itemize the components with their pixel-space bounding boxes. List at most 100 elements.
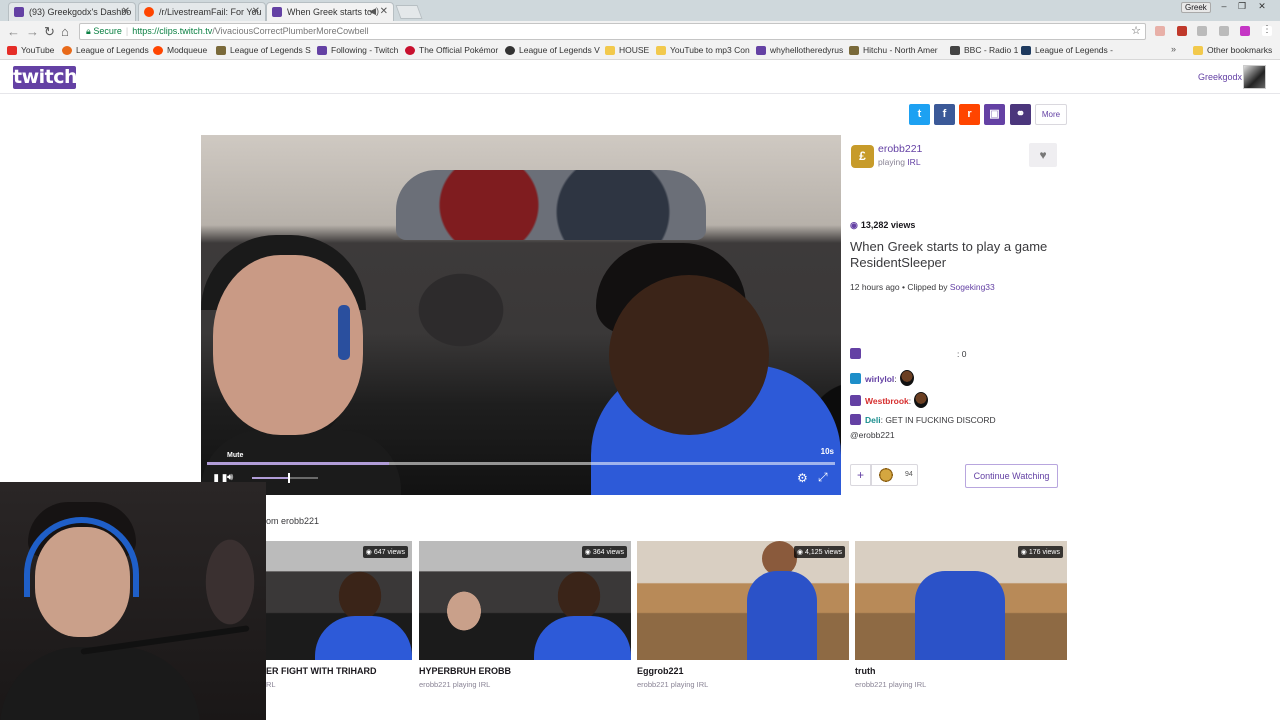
facebook-share-icon[interactable]: f [934,104,955,125]
fullscreen-icon[interactable]: ⤢ [818,470,828,485]
view-badge: ◉ 647 views [362,546,408,558]
league-icon [216,46,226,55]
broadcaster-name[interactable]: erobb221 [878,143,922,155]
clip-card[interactable]: ◉ 176 views truth erobb221 playing IRL [855,541,1067,689]
bookmark-star-icon[interactable]: ☆ [1131,24,1141,39]
clip-card-title[interactable]: truth [855,666,1067,676]
seek-bar-played [207,462,390,465]
reload-icon[interactable]: ↻ [44,24,55,40]
audio-playing-icon[interactable]: ◀) [369,6,379,17]
continue-watching-button[interactable]: Continue Watching [965,464,1058,488]
time-remaining: 10s [820,447,834,456]
more-share-button[interactable]: More [1035,104,1067,125]
mute-tooltip: Mute [227,452,244,459]
extension-icon[interactable] [1219,26,1229,36]
minimize-icon[interactable]: – [1216,1,1232,13]
badge-icon [850,414,861,425]
restore-icon[interactable]: ❐ [1234,1,1250,13]
league-icon [1021,46,1031,55]
twitch-icon [756,46,766,55]
close-window-icon[interactable]: ✕ [1254,1,1270,13]
twitch-favicon-icon [272,7,282,17]
emote-icon [914,392,929,408]
other-bookmarks[interactable]: Other bookmarks [1193,45,1272,55]
broadcaster-avatar[interactable]: £ [851,145,874,168]
close-tab-icon[interactable]: ✕ [252,6,260,17]
clip-card-title[interactable]: Eggrob221 [637,666,849,676]
extension-icon[interactable] [1240,26,1250,36]
copy-link-icon[interactable]: ⚭ [1010,104,1031,125]
clip-card[interactable]: ◉ 364 views HYPERBRUH EROBB erobb221 pla… [419,541,631,689]
view-badge: ◉ 4,125 views [793,546,845,558]
bookmark-item[interactable]: whyhellotheredyrus [756,45,843,55]
volume-slider-handle[interactable] [288,473,291,483]
webcam-overlay [0,482,266,720]
close-tab-icon[interactable]: ✕ [380,6,388,17]
chat-message: Westbrook: [850,392,929,408]
bookmark-item[interactable]: Following - Twitch [317,45,398,55]
username-link[interactable]: Greekgodx [1198,72,1242,82]
badge-icon [850,395,861,406]
chevron-right-icon[interactable]: » [1171,44,1176,54]
game-link[interactable]: IRL [907,157,920,167]
browser-tab[interactable]: /r/LivestreamFail: For You ✕ [138,2,266,21]
prime-badge-icon [850,373,861,384]
clip-card-title[interactable]: HYPERBRUH EROBB [419,666,631,676]
new-tab-button[interactable] [395,5,423,19]
video-player[interactable]: 10s Mute ❚❚ 🔊︎ ⚙ ⤢ [201,135,841,495]
clip-card[interactable]: ◉ 4,125 views Eggrob221 erobb221 playing… [637,541,849,689]
extension-icon[interactable] [1177,26,1187,36]
chat-message: Deli: GET IN FUCKING DISCORD [850,414,996,425]
browser-tab[interactable]: (93) Greekgodx's Dashbo ✕ [8,2,136,21]
bookmark-item[interactable]: The Official Pokémor [405,45,498,55]
clip-thumbnail[interactable]: ◉ 364 views [419,541,631,660]
twitter-share-icon[interactable]: t [909,104,930,125]
profile-button[interactable]: Greek [1181,2,1211,13]
bookmark-item[interactable]: BBC - Radio 1 [950,45,1018,55]
bits-cheer-button[interactable]: 94 [871,464,918,486]
bookmark-item[interactable]: League of Legends V [505,45,600,55]
clip-info-panel: £ erobb221 playing IRL ♥ ◉ 13,282 views W… [841,135,1067,495]
reddit-share-icon[interactable]: r [959,104,980,125]
home-icon[interactable]: ⌂ [61,24,69,39]
twitch-logo[interactable]: twitch [13,66,78,89]
back-icon[interactable]: ← [7,24,20,39]
bookmark-item[interactable]: YouTube to mp3 Con [656,45,750,55]
lock-icon: 🔒︎ [86,26,91,36]
bookmark-item[interactable]: League of Legends [62,45,149,55]
reddit-icon [153,46,163,55]
badge-icon [850,348,861,359]
twitch-share-icon[interactable]: ▣ [984,104,1005,125]
reddit-favicon-icon [144,7,154,17]
avatar[interactable] [1243,65,1266,89]
volume-slider[interactable] [252,473,318,483]
pokemon-icon [405,46,415,55]
extension-icon[interactable] [1155,26,1165,36]
address-bar[interactable]: 🔒︎ Secure | https://clips.twitch.tv/Vivaci… [79,23,1146,40]
folder-icon [605,46,615,55]
clip-card-subtitle: erobb221 playing IRL [419,680,491,689]
bookmark-item[interactable]: YouTube [7,45,54,55]
view-badge: ◉ 176 views [1017,546,1063,558]
seek-bar[interactable] [207,462,835,465]
league-icon [62,46,72,55]
heart-icon[interactable]: ♥ [1029,143,1057,167]
bookmark-item[interactable]: Modqueue [153,45,207,55]
folder-icon [656,46,666,55]
clip-meta: 12 hours ago • Clipped by Sogeking33 [850,282,995,292]
clip-thumbnail[interactable]: ◉ 4,125 views [637,541,849,660]
clip-thumbnail[interactable]: ◉ 176 views [855,541,1067,660]
clipper-link[interactable]: Sogeking33 [950,282,995,292]
bookmark-item[interactable]: HOUSE [605,45,649,55]
browser-tab-active[interactable]: When Greek starts to ◀) ✕ [266,2,394,21]
bookmark-item[interactable]: League of Legends - [1021,45,1113,55]
menu-icon[interactable]: ⋮ [1262,25,1272,36]
forward-icon[interactable]: → [26,24,39,39]
twitch-icon [317,46,327,55]
add-button[interactable]: + [850,464,871,486]
settings-gear-icon[interactable]: ⚙ [797,471,808,485]
bookmark-item[interactable]: League of Legends S [216,45,311,55]
close-tab-icon[interactable]: ✕ [122,6,130,17]
extension-icon[interactable] [1197,26,1207,36]
bookmark-item[interactable]: Hitchu - North Amer [849,45,938,55]
